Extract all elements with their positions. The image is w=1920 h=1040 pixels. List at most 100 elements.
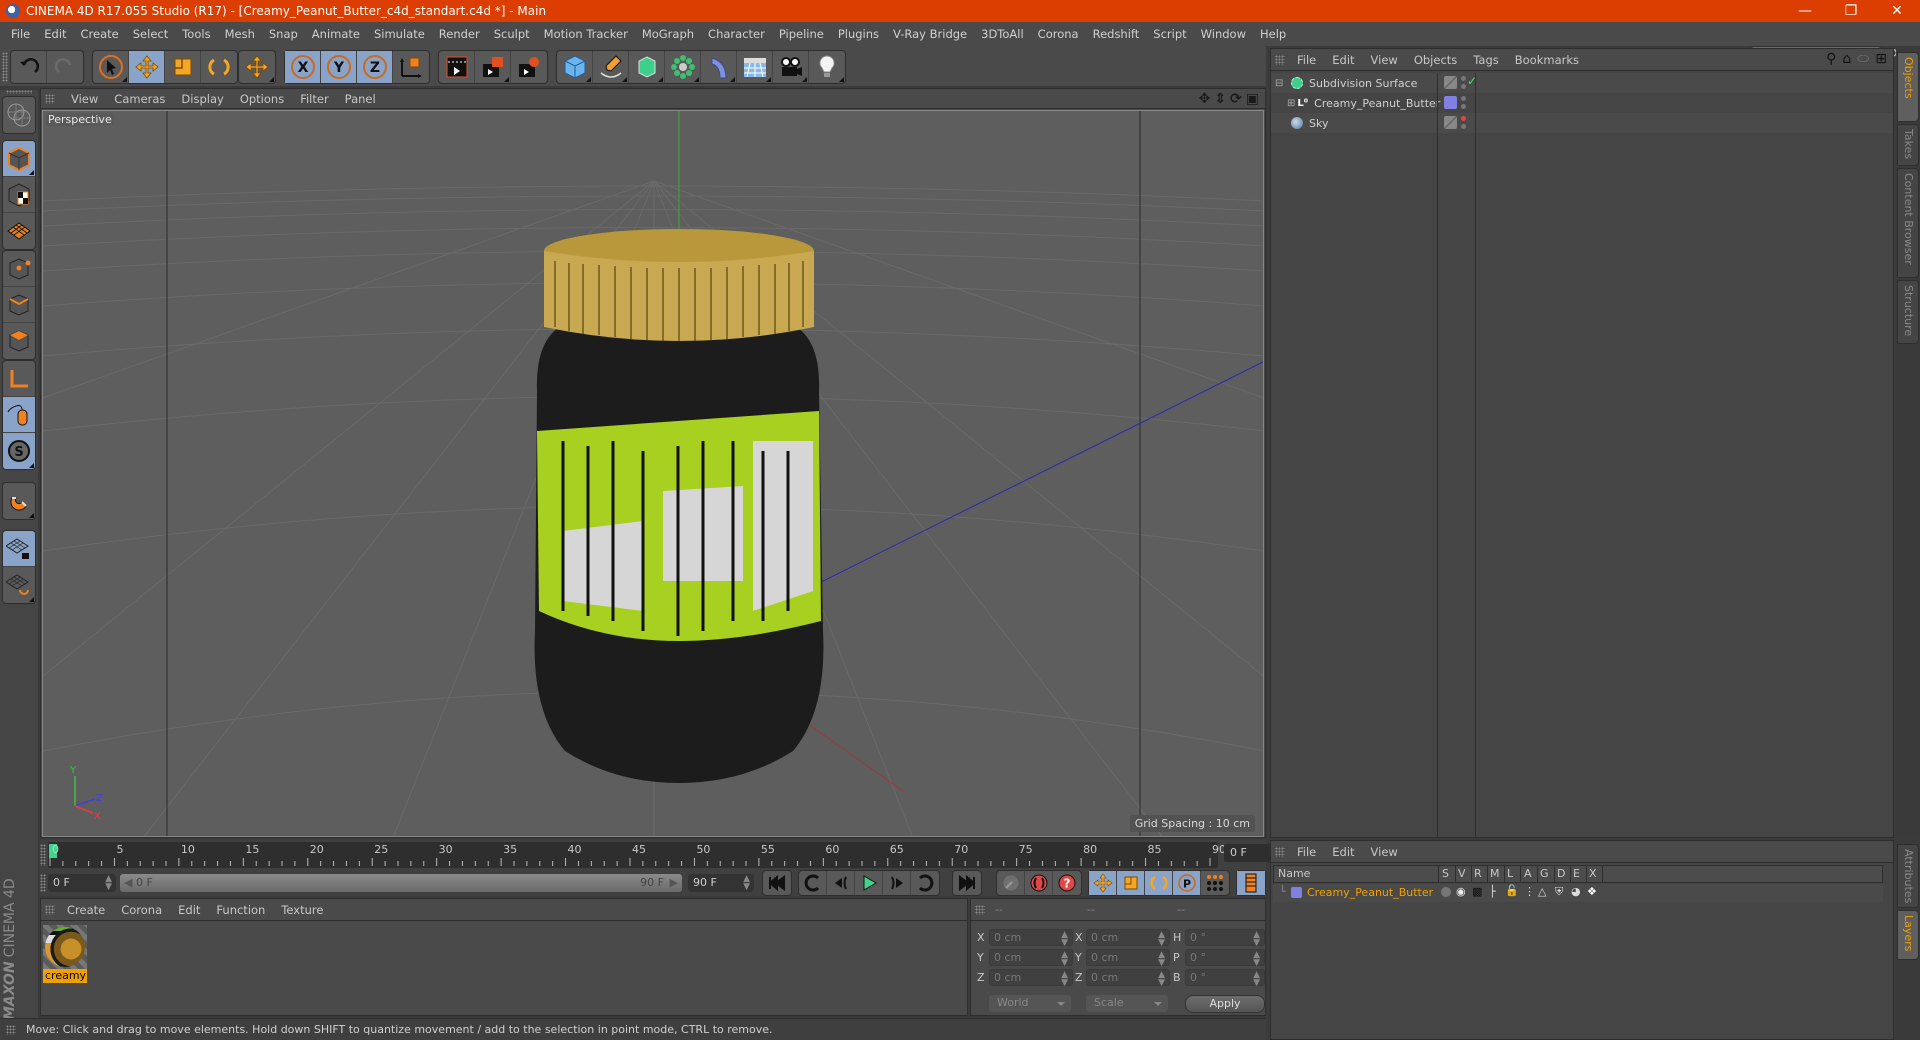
layer-lock-icon[interactable]: 🔓 bbox=[1505, 884, 1519, 897]
camera-button[interactable] bbox=[773, 51, 809, 83]
column-deformers[interactable]: D bbox=[1557, 867, 1565, 880]
toggle-view-layout-icon[interactable]: ▣ bbox=[1246, 91, 1259, 107]
play-button[interactable] bbox=[855, 871, 883, 895]
key-rotation-button[interactable] bbox=[1145, 871, 1173, 895]
deformer-button[interactable] bbox=[701, 51, 737, 83]
link-icon[interactable]: ⬭ bbox=[1857, 51, 1869, 67]
locked-workplane-button[interactable] bbox=[3, 531, 35, 567]
size-z-field[interactable]: 0 cm ▲ ▼ bbox=[1086, 969, 1170, 988]
light-button[interactable] bbox=[809, 51, 845, 83]
visibility-dots[interactable] bbox=[1461, 96, 1466, 110]
tab-takes[interactable]: Takes bbox=[1897, 124, 1919, 166]
viewport-menu-filter[interactable]: Filter bbox=[292, 92, 336, 106]
transform-mode-dropdown[interactable]: Scale bbox=[1086, 995, 1168, 1012]
column-expressions[interactable]: E bbox=[1573, 867, 1580, 880]
toolbar-grip[interactable] bbox=[2, 52, 8, 82]
material-menu-corona[interactable]: Corona bbox=[113, 903, 170, 917]
next-frame-button[interactable] bbox=[883, 871, 911, 895]
object-row-sky[interactable]: Sky bbox=[1271, 113, 1893, 133]
om-menu-file[interactable]: File bbox=[1289, 53, 1324, 67]
dolly-view-icon[interactable]: ⇕ bbox=[1214, 91, 1226, 107]
menu-window[interactable]: Window bbox=[1194, 27, 1253, 41]
collapse-icon[interactable]: ⊟ bbox=[1275, 78, 1287, 89]
rotate-view-icon[interactable]: ⟳ bbox=[1230, 91, 1242, 107]
new-view-icon[interactable]: ⊞ bbox=[1875, 51, 1887, 67]
material-menu-function[interactable]: Function bbox=[208, 903, 273, 917]
rotation-h-field[interactable]: 0 ° ▲ ▼ bbox=[1185, 929, 1265, 948]
editor-visibility-toggle[interactable] bbox=[1444, 116, 1457, 129]
undo-button[interactable] bbox=[11, 51, 47, 83]
om-menu-objects[interactable]: Objects bbox=[1406, 53, 1465, 67]
column-xref[interactable]: X bbox=[1589, 867, 1597, 880]
layer-manager-icon[interactable]: ├ bbox=[1489, 885, 1496, 898]
solo-mode-button[interactable]: S bbox=[3, 433, 35, 469]
last-tool-button[interactable] bbox=[239, 51, 275, 83]
viewport-menu-options[interactable]: Options bbox=[232, 92, 292, 106]
rotate-button[interactable] bbox=[201, 51, 237, 83]
column-solo[interactable]: S bbox=[1442, 867, 1449, 880]
menu-corona[interactable]: Corona bbox=[1031, 27, 1086, 41]
layer-color-swatch[interactable] bbox=[1291, 887, 1302, 898]
open-timeline-button[interactable] bbox=[1237, 871, 1265, 895]
status-grip[interactable] bbox=[6, 1025, 16, 1035]
column-locked[interactable]: L bbox=[1507, 867, 1513, 880]
expand-icon[interactable]: ⊞ bbox=[1287, 98, 1295, 109]
y-axis-lock-button[interactable]: Y bbox=[321, 51, 357, 83]
coordinate-system-button[interactable] bbox=[393, 51, 429, 83]
preview-end-field[interactable]: 90 F ▲ ▼ bbox=[688, 874, 754, 892]
menu-snap[interactable]: Snap bbox=[262, 27, 305, 41]
column-name[interactable]: Name bbox=[1278, 867, 1310, 880]
position-x-field[interactable]: 0 cm ▲ ▼ bbox=[989, 929, 1073, 948]
viewport-grip[interactable] bbox=[45, 94, 55, 104]
tab-objects[interactable]: Objects bbox=[1897, 52, 1919, 122]
column-view[interactable]: V bbox=[1458, 867, 1466, 880]
timeline-controls-grip[interactable] bbox=[40, 874, 46, 892]
menu-redshift[interactable]: Redshift bbox=[1086, 27, 1147, 41]
points-mode-button[interactable] bbox=[3, 251, 35, 287]
timeline-grip[interactable] bbox=[40, 844, 46, 866]
scale-button[interactable] bbox=[165, 51, 201, 83]
visibility-dots[interactable] bbox=[1461, 76, 1466, 90]
om-menu-view[interactable]: View bbox=[1363, 53, 1406, 67]
lm-menu-file[interactable]: File bbox=[1289, 845, 1324, 859]
menu-pipeline[interactable]: Pipeline bbox=[772, 27, 831, 41]
layer-generators-icon[interactable]: △ bbox=[1538, 885, 1546, 898]
cube-button[interactable] bbox=[557, 51, 593, 83]
editor-visibility-toggle[interactable] bbox=[1444, 76, 1457, 89]
viewport-menu-panel[interactable]: Panel bbox=[337, 92, 384, 106]
object-row-subdivision-surface[interactable]: ⊟ Subdivision Surface ✓ bbox=[1271, 73, 1893, 93]
object-name[interactable]: Sky bbox=[1309, 117, 1328, 130]
render-picture-viewer-button[interactable] bbox=[475, 51, 511, 83]
tab-layers[interactable]: Layers bbox=[1897, 910, 1919, 960]
menu-mesh[interactable]: Mesh bbox=[218, 27, 262, 41]
menu-character[interactable]: Character bbox=[701, 27, 772, 41]
rotation-b-field[interactable]: 0 ° ▲ ▼ bbox=[1185, 969, 1265, 988]
peanut-butter-jar[interactable] bbox=[534, 229, 824, 783]
texture-mode-button[interactable] bbox=[3, 177, 35, 213]
coordinates-grip[interactable] bbox=[975, 905, 985, 915]
menu-create[interactable]: Create bbox=[74, 27, 126, 41]
key-parameter-button[interactable]: P bbox=[1173, 871, 1201, 895]
layer-color-tag[interactable] bbox=[1444, 96, 1457, 109]
object-row-creamy-peanut-butter[interactable]: ⊞ L⁰ Creamy_Peanut_Butter bbox=[1271, 93, 1893, 113]
column-render[interactable]: R bbox=[1474, 867, 1482, 880]
render-view-button[interactable] bbox=[439, 51, 475, 83]
object-name[interactable]: Subdivision Surface bbox=[1309, 77, 1417, 90]
pen-spline-button[interactable] bbox=[593, 51, 629, 83]
record-active-objects-button[interactable] bbox=[1025, 871, 1053, 895]
key-point-level-button[interactable] bbox=[1201, 871, 1229, 895]
layer-visible-icon[interactable]: ◉ bbox=[1456, 885, 1466, 898]
menu-tools[interactable]: Tools bbox=[175, 27, 217, 41]
move-button[interactable] bbox=[129, 51, 165, 83]
next-key-button[interactable] bbox=[911, 871, 939, 895]
key-scale-button[interactable] bbox=[1117, 871, 1145, 895]
layer-solo-icon[interactable] bbox=[1441, 887, 1451, 897]
axis-mode-button[interactable] bbox=[3, 361, 35, 397]
column-animation[interactable]: A bbox=[1524, 867, 1532, 880]
live-selection-button[interactable] bbox=[93, 51, 129, 83]
layer-manager-grip[interactable] bbox=[1275, 847, 1285, 857]
tab-attributes[interactable]: Attributes bbox=[1897, 844, 1919, 908]
planar-workplane-button[interactable] bbox=[3, 567, 35, 603]
layer-expressions-icon[interactable]: ◕ bbox=[1571, 885, 1581, 898]
go-to-end-button[interactable] bbox=[953, 871, 981, 895]
